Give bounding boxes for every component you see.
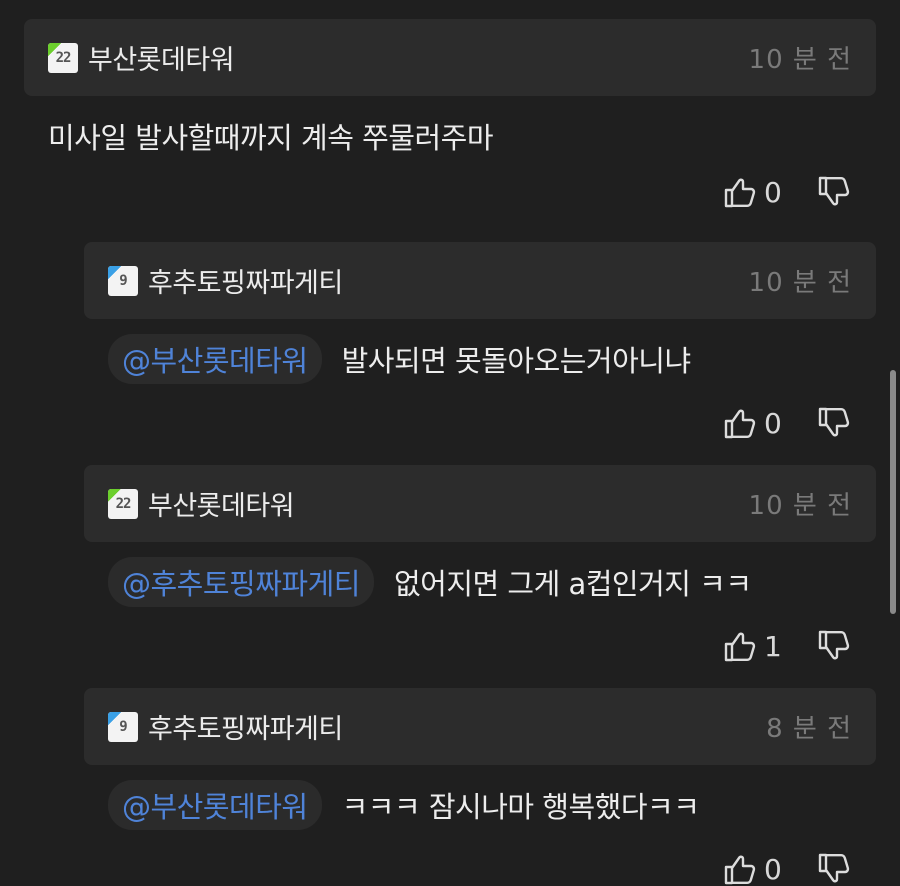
like-button[interactable]: 0 xyxy=(724,406,784,440)
like-button[interactable]: 1 xyxy=(724,629,784,663)
comment-actions: 0 xyxy=(24,170,876,214)
comment-header: 22 부산롯데타워 10 분 전 xyxy=(84,465,876,542)
comment-text: 발사되면 못돌아오는거아니냐 xyxy=(341,344,692,378)
username[interactable]: 부산롯데타워 xyxy=(148,484,295,523)
thumbs-up-icon xyxy=(724,406,756,440)
level-badge-icon: 9 xyxy=(108,265,138,296)
like-count: 0 xyxy=(764,406,782,440)
mention-tag[interactable]: @부산롯데타워 xyxy=(108,334,322,384)
comment-header: 9 후추토핑짜파게티 10 분 전 xyxy=(84,242,876,319)
dislike-button[interactable] xyxy=(818,852,850,886)
dislike-button[interactable] xyxy=(818,175,850,209)
comment-actions: 0 xyxy=(84,847,876,886)
thumbs-down-icon xyxy=(818,629,850,663)
like-count: 0 xyxy=(764,852,782,886)
timestamp: 8 분 전 xyxy=(766,714,852,744)
comment-body: @후추토핑짜파게티 없어지면 그게 a컵인거지 ㅋㅋ xyxy=(84,556,876,608)
comment-thread: 22 부산롯데타워 10 분 전 미사일 발사할때까지 계속 쭈물러주마 0 9… xyxy=(0,0,900,886)
comment-header: 22 부산롯데타워 10 분 전 xyxy=(24,19,876,96)
dislike-button[interactable] xyxy=(818,406,850,440)
comment-text: ㅋㅋㅋ 잠시나마 행복했다ㅋㅋ xyxy=(341,790,700,824)
comment-body: @부산롯데타워 발사되면 못돌아오는거아니냐 xyxy=(84,333,876,385)
reply-comment: 9 후추토핑짜파게티 8 분 전 @부산롯데타워 ㅋㅋㅋ 잠시나마 행복했다ㅋㅋ… xyxy=(84,688,876,886)
comment-text: 없어지면 그게 a컵인거지 ㅋㅋ xyxy=(393,567,752,601)
like-button[interactable]: 0 xyxy=(724,175,784,209)
username[interactable]: 부산롯데타워 xyxy=(88,38,235,77)
level-badge-icon: 22 xyxy=(108,488,138,519)
thumbs-down-icon xyxy=(818,852,850,886)
username[interactable]: 후추토핑짜파게티 xyxy=(148,261,343,300)
comment-header: 9 후추토핑짜파게티 8 분 전 xyxy=(84,688,876,765)
thumbs-up-icon xyxy=(724,175,756,209)
comment-text: 미사일 발사할때까지 계속 쭈물러주마 xyxy=(48,121,494,155)
thumbs-up-icon xyxy=(724,852,756,886)
like-count: 1 xyxy=(764,629,782,663)
reply-comment: 9 후추토핑짜파게티 10 분 전 @부산롯데타워 발사되면 못돌아오는거아니냐… xyxy=(84,242,876,445)
timestamp: 10 분 전 xyxy=(748,268,852,298)
level-badge-icon: 22 xyxy=(48,42,78,73)
like-count: 0 xyxy=(764,175,782,209)
thumbs-down-icon xyxy=(818,406,850,440)
comment-actions: 0 xyxy=(84,401,876,445)
comment: 22 부산롯데타워 10 분 전 미사일 발사할때까지 계속 쭈물러주마 0 xyxy=(24,19,876,214)
username[interactable]: 후추토핑짜파게티 xyxy=(148,707,343,746)
mention-tag[interactable]: @부산롯데타워 xyxy=(108,780,322,830)
dislike-button[interactable] xyxy=(818,629,850,663)
scrollbar-thumb[interactable] xyxy=(890,370,896,614)
timestamp: 10 분 전 xyxy=(748,45,852,75)
reply-comment: 22 부산롯데타워 10 분 전 @후추토핑짜파게티 없어지면 그게 a컵인거지… xyxy=(84,465,876,668)
thumbs-up-icon xyxy=(724,629,756,663)
mention-tag[interactable]: @후추토핑짜파게티 xyxy=(108,557,374,607)
like-button[interactable]: 0 xyxy=(724,852,784,886)
comment-actions: 1 xyxy=(84,624,876,668)
thumbs-down-icon xyxy=(818,175,850,209)
timestamp: 10 분 전 xyxy=(748,491,852,521)
comment-body: @부산롯데타워 ㅋㅋㅋ 잠시나마 행복했다ㅋㅋ xyxy=(84,779,876,831)
level-badge-icon: 9 xyxy=(108,711,138,742)
comment-body: 미사일 발사할때까지 계속 쭈물러주마 xyxy=(24,116,876,156)
